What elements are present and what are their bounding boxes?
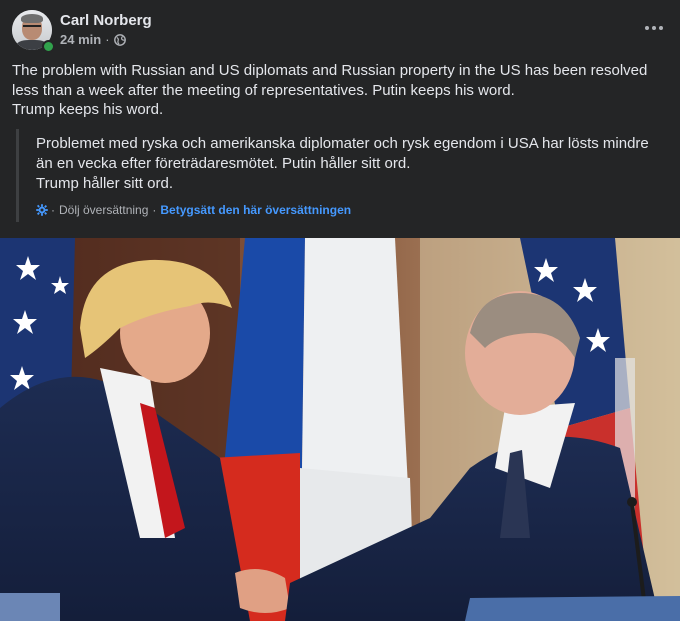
meta-separator: · xyxy=(105,32,110,47)
post-photo[interactable] xyxy=(0,238,680,621)
post-time[interactable]: 24 min xyxy=(60,32,101,47)
rate-translation-link[interactable]: Betygsätt den här översättningen xyxy=(160,203,351,217)
gear-icon[interactable] xyxy=(36,204,48,216)
post-card: Carl Norberg 24 min · The problem with R… xyxy=(0,0,680,621)
translation-line: Problemet med ryska och amerikanska dipl… xyxy=(36,135,649,152)
translation-line: än en vecka efter företrädaresmötet. Put… xyxy=(36,155,411,172)
translation-block: Problemet med ryska och amerikanska dipl… xyxy=(16,129,671,222)
online-status-indicator xyxy=(42,40,55,53)
more-horizontal-icon[interactable] xyxy=(640,20,668,36)
author-name[interactable]: Carl Norberg xyxy=(60,12,152,29)
translation-text: Problemet med ryska och amerikanska dipl… xyxy=(36,134,666,194)
translation-line: Trump håller sitt ord. xyxy=(36,175,173,192)
post-meta: 24 min · xyxy=(60,32,126,47)
post-text: The problem with Russian and US diplomat… xyxy=(12,61,668,120)
post-text-line: Trump keeps his word. xyxy=(12,101,164,118)
translation-footer: · Dölj översättning · Betygsätt den här … xyxy=(36,203,351,217)
footer-separator: · xyxy=(51,203,55,217)
post-header: Carl Norberg 24 min · xyxy=(12,10,668,53)
post-text-line: less than a week after the meeting of re… xyxy=(12,81,515,99)
footer-separator: · xyxy=(152,203,157,217)
hide-translation-link[interactable]: Dölj översättning xyxy=(59,203,148,217)
globe-icon[interactable] xyxy=(113,33,126,46)
post-text-line: The problem with Russian and US diplomat… xyxy=(12,62,648,79)
